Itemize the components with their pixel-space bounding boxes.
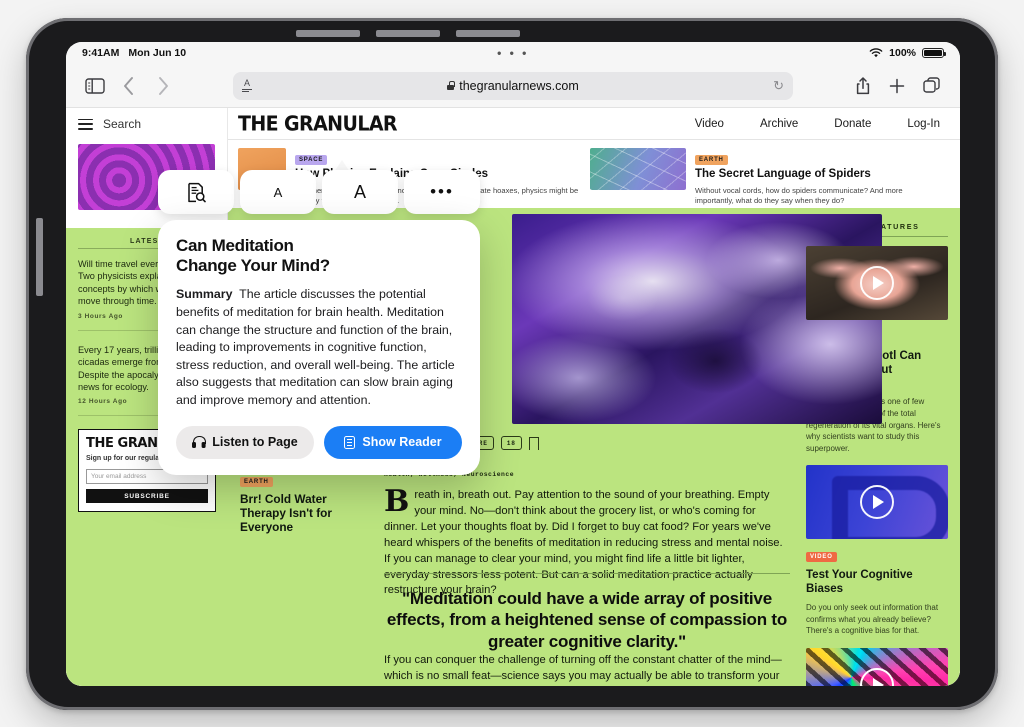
search-label[interactable]: Search (103, 117, 141, 131)
new-tab-icon[interactable] (882, 71, 912, 101)
status-bar-left: 9:41AM Mon Jun 10 (82, 47, 186, 59)
summarize-button[interactable] (158, 170, 234, 214)
summary-title-line-1: Can Meditation (176, 236, 294, 255)
status-bar: 9:41AM Mon Jun 10 • • • 100% (66, 42, 960, 64)
play-icon[interactable] (860, 667, 894, 686)
teaser-desc: Without vocal cords, how do spiders comm… (695, 185, 903, 206)
summary-body: Summary The article discusses the potent… (176, 286, 462, 409)
video-features-column: VIDEO FEATURES VIDEO What the Axolotl Ca… (800, 208, 960, 686)
back-icon[interactable] (114, 71, 144, 101)
summary-label: Summary (176, 287, 233, 302)
category-tag: EARTH (240, 476, 273, 487)
hamburger-icon[interactable] (78, 118, 93, 130)
nav-item-donate[interactable]: Donate (834, 118, 871, 130)
summary-title: Can Meditation Change Your Mind? (176, 236, 462, 275)
screenshot-root: 9:41AM Mon Jun 10 • • • 100% A thegranul… (0, 0, 1024, 727)
document-search-icon (187, 182, 206, 203)
ipad-device-frame: 9:41AM Mon Jun 10 • • • 100% A thegranul… (26, 18, 998, 710)
video-thumbnail[interactable] (806, 465, 948, 540)
list-item[interactable]: EARTH Brr! Cold Water Therapy Isn't for … (240, 470, 364, 543)
volume-button-3[interactable] (456, 30, 520, 37)
ellipsis-icon: ••• (430, 181, 454, 201)
list-item[interactable]: VIDEO Test Your Cognitive Biases Do you … (806, 465, 948, 636)
more-options-button[interactable]: ••• (404, 170, 480, 214)
article-paragraph-2: If you can conquer the challenge of turn… (384, 653, 790, 686)
drop-cap: B (384, 484, 410, 519)
volume-button-2[interactable] (376, 30, 440, 37)
address-bar-wrap: A thegranularnews.com ↻ (182, 71, 844, 100)
sidebar-toggle-icon[interactable] (80, 71, 110, 101)
show-reader-button[interactable]: Show Reader (324, 425, 462, 459)
subscribe-button[interactable]: SUBSCRIBE (86, 489, 208, 504)
forward-icon[interactable] (148, 71, 178, 101)
video-desc: Do you only seek out information that co… (806, 602, 939, 636)
status-bar-right: 100% (869, 47, 946, 59)
address-bar[interactable]: A thegranularnews.com ↻ (233, 71, 793, 100)
category-tag: SPACE (295, 155, 328, 165)
comment-count-chip[interactable]: 18 (500, 436, 522, 451)
article-pullquote: "Meditation could have a wide array of p… (384, 573, 790, 652)
volume-button-1[interactable] (296, 30, 360, 37)
summary-text: The article discusses the potential bene… (176, 287, 455, 408)
summary-popup: Can Meditation Change Your Mind? Summary… (158, 220, 480, 475)
reload-icon[interactable]: ↻ (773, 78, 784, 94)
play-icon[interactable] (860, 485, 894, 520)
battery-icon (922, 47, 946, 59)
wifi-icon (869, 48, 883, 58)
safari-toolbar: A thegranularnews.com ↻ (66, 64, 960, 108)
battery-percent: 100% (889, 47, 916, 59)
site-nav: Video Archive Donate Log-In (695, 118, 940, 130)
site-logo[interactable]: THE GRANULAR (238, 112, 398, 135)
count-chip-label: 18 (506, 439, 516, 447)
nav-item-login[interactable]: Log-In (907, 118, 940, 130)
increase-text-size-button[interactable]: A (322, 170, 398, 214)
teaser-thumbnail (590, 148, 686, 190)
related-title: Brr! Cold Water Therapy Isn't for Everyo… (240, 491, 332, 534)
list-item[interactable]: VIDEO What Exactly is Dark Energy? (806, 647, 948, 686)
web-page: Search LATEST Will time travel ever be p… (66, 108, 960, 686)
video-thumbnail[interactable] (806, 647, 948, 686)
video-thumbnail[interactable] (806, 246, 948, 320)
share-icon[interactable] (848, 71, 878, 101)
left-column-topbar: Search (66, 108, 227, 140)
multitask-handle[interactable]: • • • (66, 46, 960, 60)
status-date: Mon Jun 10 (128, 47, 187, 59)
site-header: THE GRANULAR Video Archive Donate Log-In (228, 108, 960, 140)
show-reader-label: Show Reader (362, 435, 442, 450)
decrease-text-size-button[interactable]: A (240, 170, 316, 214)
play-icon[interactable] (860, 266, 894, 300)
headphones-icon (192, 436, 207, 448)
nav-item-video[interactable]: Video (695, 118, 724, 130)
status-time: 9:41AM (82, 47, 120, 59)
summary-actions: Listen to Page Show Reader (176, 425, 462, 459)
url-text: thegranularnews.com (459, 78, 579, 93)
category-tag: VIDEO (806, 552, 837, 563)
lock-icon (447, 81, 455, 90)
video-tag-wrap: VIDEO (806, 545, 948, 565)
ipad-screen: 9:41AM Mon Jun 10 • • • 100% A thegranul… (66, 42, 960, 686)
page-settings-lines (242, 88, 252, 93)
listen-to-page-label: Listen to Page (212, 435, 298, 450)
video-title: Test Your Cognitive Biases (806, 569, 913, 596)
teaser-title: The Secret Language of Spiders (695, 168, 871, 180)
nav-item-archive[interactable]: Archive (760, 118, 798, 130)
listen-to-page-button[interactable]: Listen to Page (176, 425, 314, 459)
teaser-card[interactable]: EARTH The Secret Language of Spiders Wit… (590, 148, 942, 207)
reader-menu-bar: A A ••• (158, 170, 480, 214)
paragraph-2-part-a: If you can conquer the challenge of turn… (384, 654, 783, 686)
power-button[interactable] (36, 218, 43, 296)
teaser-body: EARTH The Secret Language of Spiders Wit… (695, 148, 942, 207)
category-tag: EARTH (695, 155, 728, 165)
summary-title-line-2: Change Your Mind? (176, 255, 330, 275)
reader-icon (344, 435, 356, 449)
bookmark-icon[interactable] (528, 436, 539, 456)
tab-overview-icon[interactable] (916, 71, 946, 101)
page-settings-label: A (243, 77, 250, 88)
url-display: thegranularnews.com (233, 79, 793, 93)
page-settings-icon[interactable]: A (242, 77, 252, 93)
